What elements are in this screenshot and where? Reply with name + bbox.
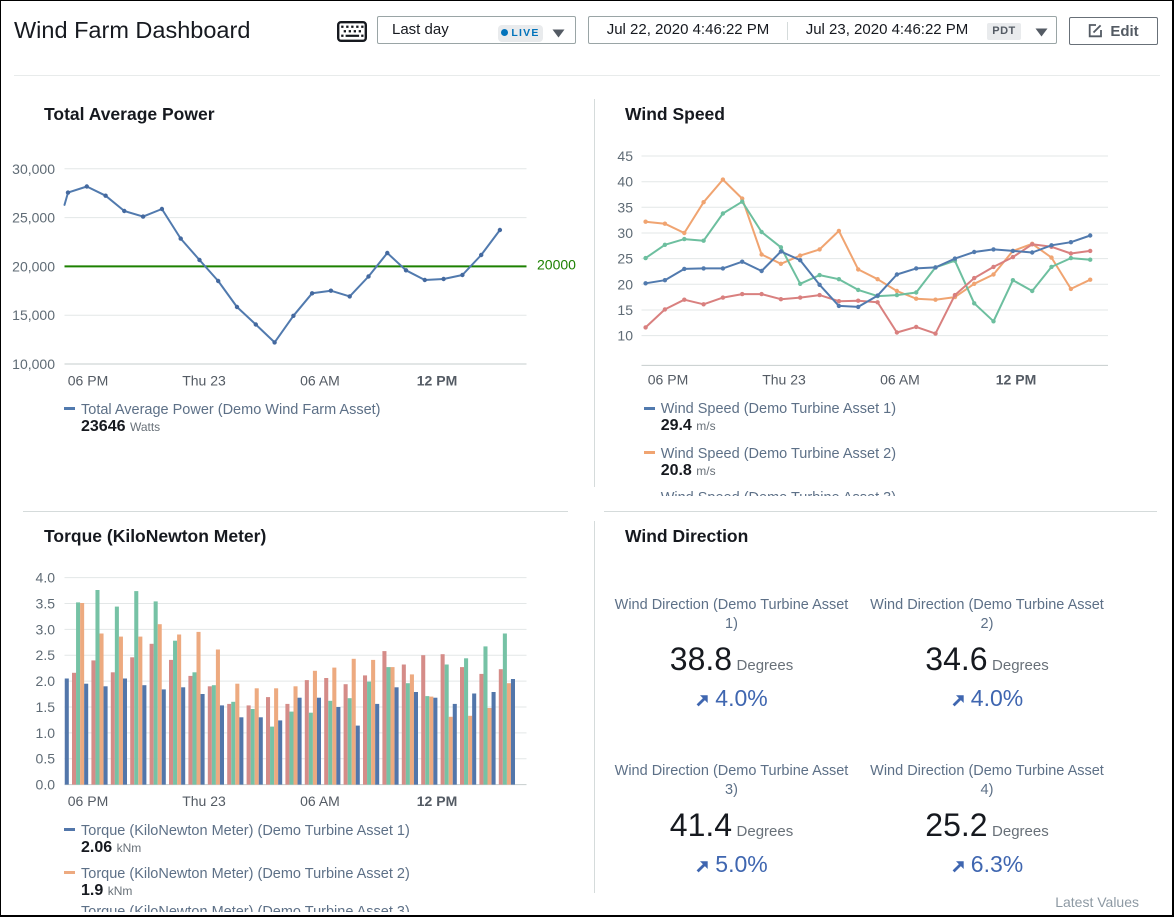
svg-text:1.0: 1.0: [36, 725, 56, 741]
svg-text:Thu 23: Thu 23: [762, 372, 806, 388]
svg-text:06 PM: 06 PM: [648, 372, 688, 388]
svg-text:45: 45: [617, 148, 633, 164]
svg-text:12 PM: 12 PM: [417, 793, 457, 809]
svg-text:30: 30: [617, 225, 633, 241]
svg-text:2.5: 2.5: [36, 647, 56, 663]
svg-text:25,000: 25,000: [12, 210, 55, 226]
svg-text:30,000: 30,000: [12, 161, 55, 177]
svg-text:20,000: 20,000: [12, 258, 55, 274]
svg-text:06 AM: 06 AM: [300, 373, 340, 389]
svg-text:4.0: 4.0: [36, 570, 56, 586]
svg-text:15,000: 15,000: [12, 307, 55, 323]
svg-text:15: 15: [617, 302, 633, 318]
svg-text:Thu 23: Thu 23: [182, 373, 226, 389]
svg-text:06 AM: 06 AM: [880, 372, 920, 388]
svg-text:20000: 20000: [537, 256, 576, 272]
svg-text:40: 40: [617, 174, 633, 190]
svg-text:10,000: 10,000: [12, 356, 55, 372]
svg-text:10: 10: [617, 328, 633, 344]
svg-text:2.0: 2.0: [36, 673, 56, 689]
svg-text:Thu 23: Thu 23: [182, 793, 226, 809]
svg-text:25: 25: [617, 251, 633, 267]
svg-text:06 PM: 06 PM: [68, 373, 108, 389]
svg-text:06 PM: 06 PM: [68, 793, 108, 809]
svg-text:12 PM: 12 PM: [996, 372, 1036, 388]
svg-text:0.0: 0.0: [36, 777, 56, 793]
svg-text:20: 20: [617, 276, 633, 292]
svg-text:3.0: 3.0: [36, 621, 56, 637]
svg-text:0.5: 0.5: [36, 751, 56, 767]
svg-text:06 AM: 06 AM: [300, 793, 340, 809]
svg-text:12 PM: 12 PM: [417, 373, 457, 389]
svg-text:1.5: 1.5: [36, 699, 56, 715]
svg-text:35: 35: [617, 199, 633, 215]
svg-text:3.5: 3.5: [36, 596, 56, 612]
